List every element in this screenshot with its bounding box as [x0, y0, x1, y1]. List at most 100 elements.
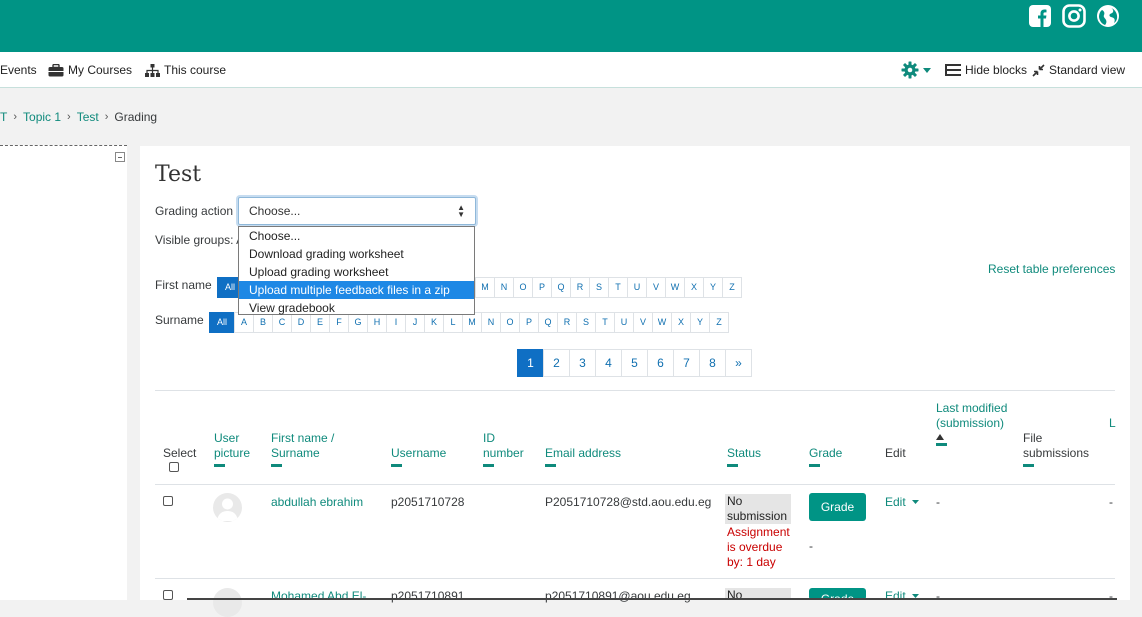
row-username: p2051710728	[391, 495, 465, 509]
surname-all[interactable]: All	[209, 312, 235, 333]
surname-letter-v[interactable]: V	[633, 312, 653, 333]
header-id-number[interactable]: ID number	[483, 431, 533, 467]
header-status-label: Status	[727, 446, 762, 460]
pagination: 1 2 3 4 5 6 7 8»	[517, 349, 752, 377]
page-link-7[interactable]: 7	[673, 349, 700, 377]
first-name-letter-q[interactable]: Q	[551, 277, 571, 298]
option-download-worksheet[interactable]: Download grading worksheet	[239, 245, 474, 263]
surname-letter-o[interactable]: O	[500, 312, 520, 333]
page-link-1[interactable]: 1	[517, 349, 544, 377]
option-upload-worksheet[interactable]: Upload grading worksheet	[239, 263, 474, 281]
option-upload-feedback-zip[interactable]: Upload multiple feedback files in a zip	[239, 281, 474, 299]
first-name-letter-x[interactable]: X	[684, 277, 704, 298]
surname-letter-p[interactable]: P	[519, 312, 539, 333]
nav-events[interactable]: Events	[0, 63, 37, 77]
option-choose[interactable]: Choose...	[239, 227, 474, 245]
caret-down-icon	[923, 67, 931, 73]
row-name-link[interactable]: Mohamed Abd El-	[271, 589, 366, 603]
header-last-modified-label: Last modified (submission)	[936, 401, 1008, 430]
row-last-modified: -	[936, 589, 940, 603]
page-link-8[interactable]: 8	[699, 349, 726, 377]
row-edit-menu[interactable]: Edit	[885, 589, 920, 603]
surname-letter-r[interactable]: R	[557, 312, 577, 333]
first-name-letter-t[interactable]: T	[608, 277, 628, 298]
first-name-letter-n[interactable]: N	[494, 277, 514, 298]
surname-letter-t[interactable]: T	[595, 312, 615, 333]
first-name-letter-p[interactable]: P	[532, 277, 552, 298]
surname-letter-z[interactable]: Z	[709, 312, 729, 333]
row-name-link[interactable]: abdullah ebrahim	[271, 495, 363, 509]
surname-letter-s[interactable]: S	[576, 312, 596, 333]
site-header-bar	[0, 0, 1142, 52]
nav-my-courses[interactable]: My Courses	[48, 63, 132, 77]
select-all-checkbox[interactable]	[169, 462, 179, 472]
page-link-4[interactable]: 4	[595, 349, 622, 377]
first-name-letter-u[interactable]: U	[627, 277, 647, 298]
row-select-checkbox[interactable]	[163, 590, 173, 600]
hide-blocks-button[interactable]: Hide blocks	[945, 63, 1027, 77]
grade-button[interactable]: Grade	[809, 493, 866, 521]
option-view-gradebook[interactable]: View gradebook	[239, 299, 474, 317]
surname-label: Surname	[155, 313, 204, 327]
breadcrumb-topic[interactable]: Topic 1	[23, 110, 61, 124]
row-select-checkbox[interactable]	[163, 496, 173, 506]
header-id-number-label: ID number	[483, 431, 524, 460]
page-link-2[interactable]: 2	[543, 349, 570, 377]
grading-action-value: Choose...	[249, 204, 301, 218]
facebook-icon[interactable]	[1028, 4, 1052, 28]
row-grade-value: -	[809, 539, 813, 553]
page-link-5[interactable]: 5	[621, 349, 648, 377]
standard-view-label: Standard view	[1049, 63, 1126, 77]
sitemap-icon	[145, 63, 160, 77]
page-title: Test	[155, 162, 202, 187]
header-username[interactable]: Username	[391, 446, 446, 467]
grading-action-select[interactable]: Choose... ▲ ▼	[238, 197, 476, 225]
reset-table-preferences-link[interactable]: Reset table preferences	[988, 262, 1115, 276]
first-name-letter-m[interactable]: M	[475, 277, 495, 298]
header-grade[interactable]: Grade	[809, 446, 842, 467]
chevron-right-icon: ›	[13, 111, 18, 123]
page-link-6[interactable]: 6	[647, 349, 674, 377]
header-user-picture-label: User picture	[214, 431, 251, 460]
row-edit-menu[interactable]: Edit	[885, 495, 920, 509]
avatar	[213, 588, 242, 617]
first-name-letters: MNOPQRSTUVWXYZ	[475, 277, 742, 298]
surname-letter-q[interactable]: Q	[538, 312, 558, 333]
first-name-letter-v[interactable]: V	[646, 277, 666, 298]
surname-letter-u[interactable]: U	[614, 312, 634, 333]
surname-letter-w[interactable]: W	[652, 312, 672, 333]
header-user-picture[interactable]: User picture	[214, 431, 262, 467]
surname-letter-y[interactable]: Y	[690, 312, 710, 333]
first-name-letter-w[interactable]: W	[665, 277, 685, 298]
settings-menu[interactable]	[901, 61, 931, 79]
first-name-letter-o[interactable]: O	[513, 277, 533, 298]
first-name-letter-z[interactable]: Z	[722, 277, 742, 298]
standard-view-button[interactable]: Standard view	[1032, 63, 1125, 77]
page-link-3[interactable]: 3	[569, 349, 596, 377]
sort-dash-icon	[214, 464, 225, 467]
header-name[interactable]: First name / Surname	[271, 431, 351, 467]
breadcrumb-assignment[interactable]: Test	[77, 110, 99, 124]
collapse-block-icon[interactable]	[115, 152, 125, 162]
grading-action-options: Choose... Download grading worksheet Upl…	[238, 226, 475, 315]
first-name-letter-s[interactable]: S	[589, 277, 609, 298]
course-navbar: Events My Courses This course Hide block…	[0, 52, 1142, 88]
first-name-letter-r[interactable]: R	[570, 277, 590, 298]
row-divider	[155, 578, 1115, 579]
first-name-letter-y[interactable]: Y	[703, 277, 723, 298]
header-email[interactable]: Email address	[545, 446, 621, 467]
page-next-link[interactable]: »	[725, 349, 752, 377]
breadcrumb-course[interactable]: T	[0, 110, 7, 124]
default-user-icon	[217, 498, 238, 521]
header-username-label: Username	[391, 446, 447, 460]
header-last-column[interactable]: L	[1109, 416, 1117, 431]
header-last-modified[interactable]: Last modified (submission)	[936, 401, 1011, 446]
surname-letter-n[interactable]: N	[481, 312, 501, 333]
surname-letter-x[interactable]: X	[671, 312, 691, 333]
sort-dash-icon	[545, 464, 556, 467]
instagram-icon[interactable]	[1062, 4, 1086, 28]
globe-icon[interactable]	[1096, 4, 1120, 28]
header-status[interactable]: Status	[727, 446, 761, 467]
header-last-column-label: L	[1109, 416, 1116, 430]
nav-this-course[interactable]: This course	[145, 63, 226, 77]
